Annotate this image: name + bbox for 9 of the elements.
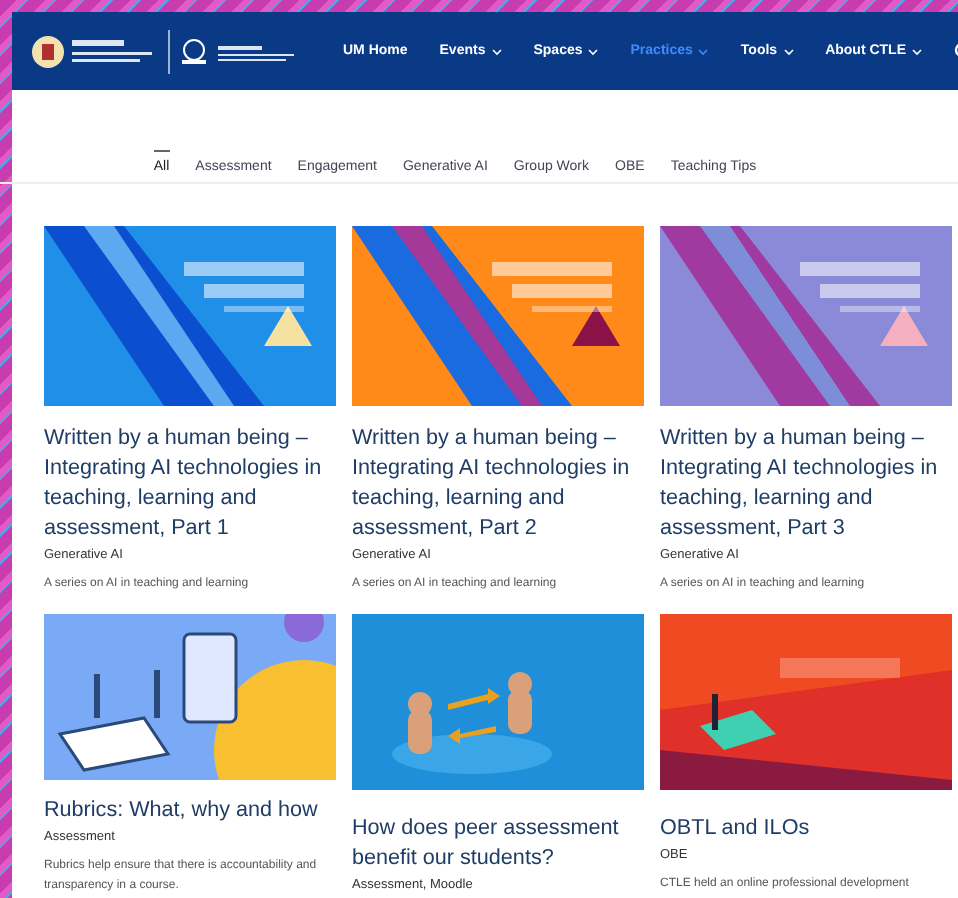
article-title[interactable]: Written by a human being – Integrating AI technologies in teaching, learning and assessment, Part 2 — [352, 424, 644, 544]
article-title[interactable]: Written by a human being – Integrating AI technologies in teaching, learning and assessment, Part 1 — [44, 424, 336, 544]
article-title[interactable]: How does peer assessment benefit our students? — [352, 814, 644, 874]
university-logo-drawing — [32, 31, 156, 71]
divider-line — [168, 29, 170, 73]
ctle-logo-drawing — [182, 37, 294, 65]
article-title[interactable]: OBTL and ILOs — [660, 814, 952, 844]
article-title[interactable]: Rubrics: What, why and how — [44, 796, 336, 826]
article-title[interactable]: Written by a human being – Integrating AI technologies in teaching, learning and assessment, Part 3 — [660, 424, 952, 544]
